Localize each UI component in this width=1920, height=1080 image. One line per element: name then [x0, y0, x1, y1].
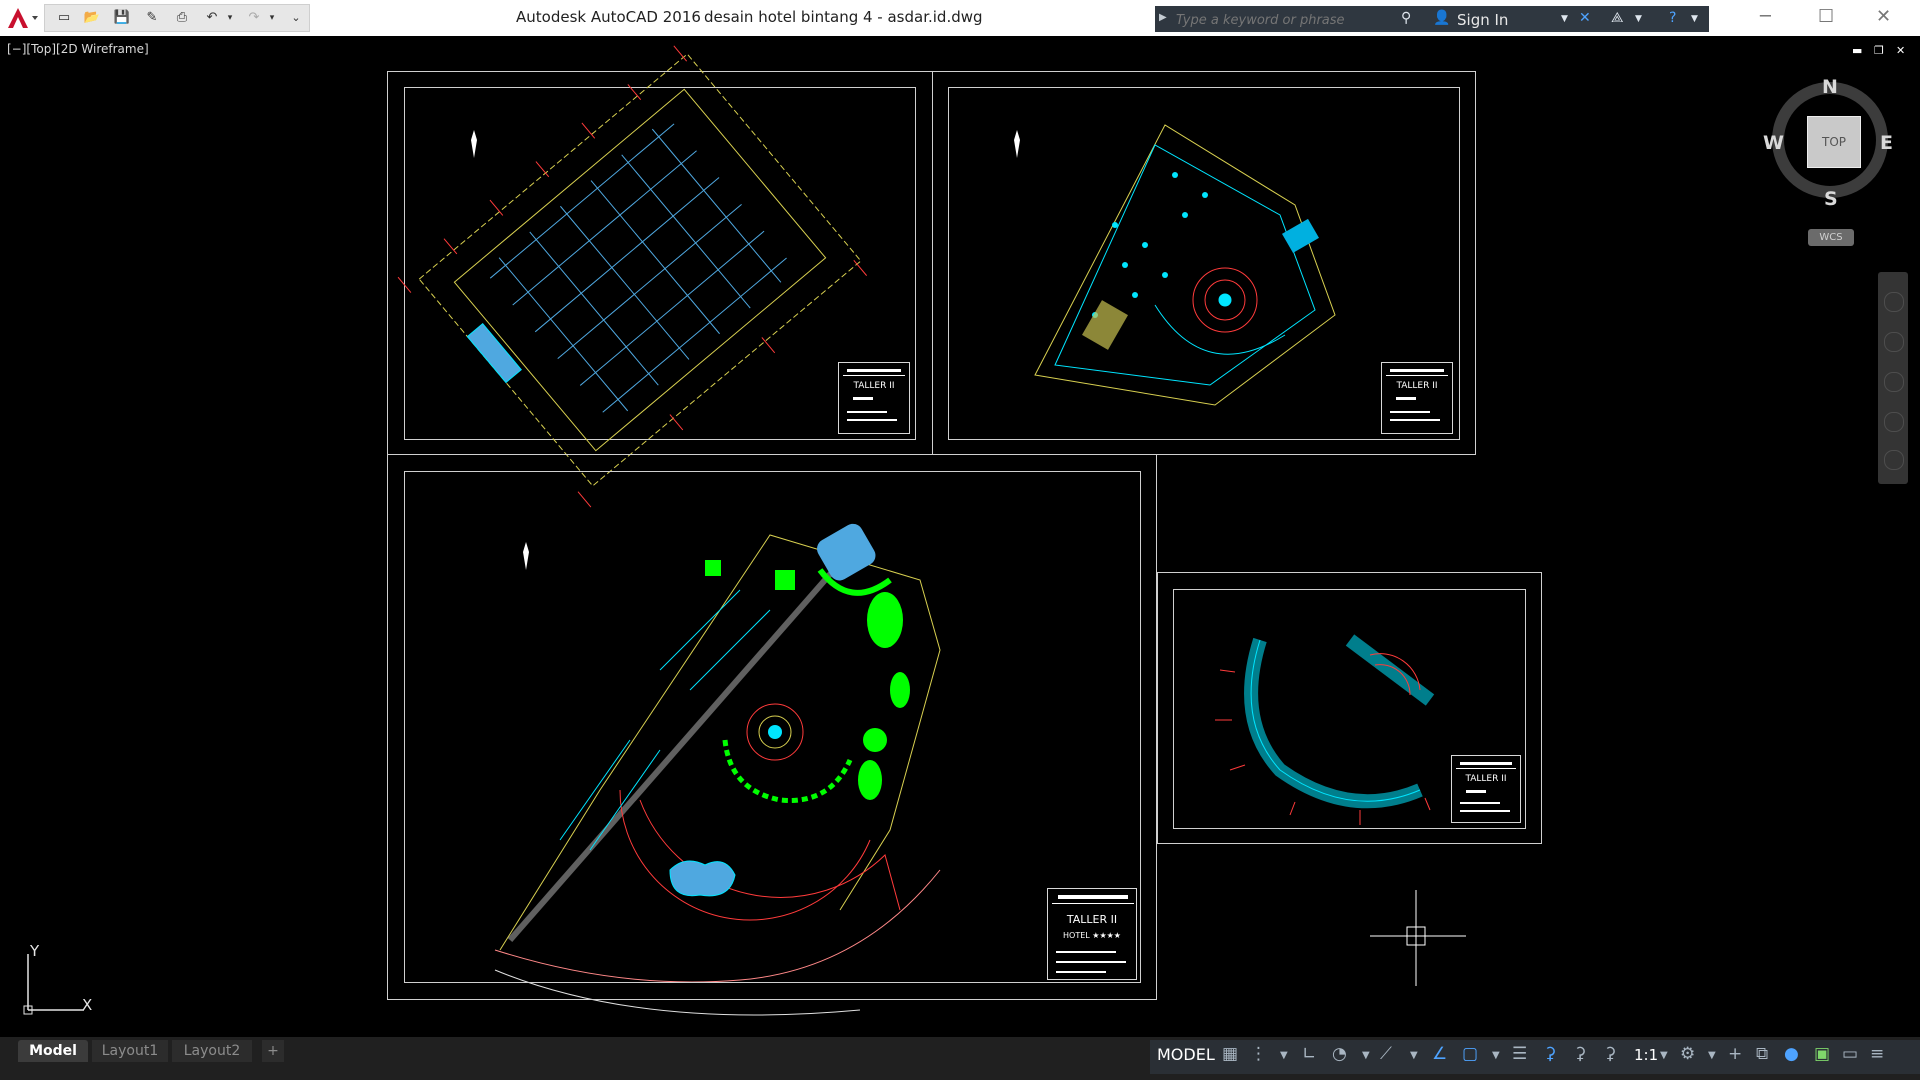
orbit-icon[interactable]	[1884, 412, 1904, 432]
workspace-gear-icon[interactable]: ⚙	[1680, 1044, 1695, 1064]
title-bar: ▭ 📂 💾 ✎ ⎙ ↶ ▾ ↷ ▾ ⌄ Autodesk AutoCAD 201…	[0, 0, 1920, 36]
polar-tracking-icon[interactable]: ◔	[1332, 1044, 1347, 1064]
status-bar	[0, 1037, 1920, 1080]
app-title: Autodesk AutoCAD 2016	[516, 8, 701, 26]
application-menu-button[interactable]	[2, 4, 44, 32]
minimize-icon[interactable]: ─	[1760, 6, 1771, 27]
annotation-visibility-icon[interactable]: ⚳	[1544, 1044, 1556, 1064]
annotation-scale-value[interactable]: 1:1	[1634, 1046, 1658, 1064]
ucs-menu-button[interactable]: WCS	[1808, 229, 1854, 246]
model-space-button[interactable]: MODEL	[1157, 1045, 1215, 1064]
navigation-bar	[1878, 272, 1908, 484]
scale-dropdown-icon[interactable]: ▼	[1660, 1050, 1668, 1061]
infocenter-bar: ⚲ 👤 Sign In ▼ ✕ ⟁ ▼ ? ▼	[1397, 6, 1709, 32]
new-icon[interactable]: ▭	[55, 10, 73, 26]
a360-icon[interactable]: ⟁	[1611, 10, 1624, 26]
viewport-restore-icon[interactable]: ❐	[1874, 44, 1884, 57]
viewcube-top-face[interactable]: TOP	[1807, 116, 1861, 168]
undo-icon[interactable]: ↶	[203, 10, 221, 26]
open-icon[interactable]: 📂	[83, 10, 101, 26]
ortho-icon[interactable]: ∟	[1302, 1044, 1316, 1064]
exchange-apps-icon[interactable]: ✕	[1579, 10, 1591, 26]
title-block-2: TALLER II	[1381, 362, 1453, 434]
plot-icon[interactable]: ⎙	[173, 10, 191, 26]
sign-in-button[interactable]: Sign In	[1457, 11, 1508, 29]
viewport-close-icon[interactable]: ✕	[1896, 44, 1905, 57]
new-layout-tab[interactable]: +	[262, 1041, 284, 1062]
hardware-acceleration-icon[interactable]: ▣	[1814, 1044, 1830, 1064]
compass-north[interactable]: N	[1822, 76, 1838, 98]
title-block-4: TALLER II	[1451, 755, 1521, 823]
osnap-dropdown-icon[interactable]: ▼	[1492, 1050, 1500, 1061]
annotation-scale-icon[interactable]: ⚳	[1604, 1044, 1616, 1064]
a360-dropdown-icon[interactable]: ▼	[1635, 14, 1642, 24]
snap-dropdown-icon[interactable]: ▼	[1280, 1050, 1288, 1061]
title-block-text: TALLER II	[1396, 381, 1438, 391]
grid-icon[interactable]: ▦	[1222, 1044, 1238, 1064]
title-block-text: TALLER II	[1465, 774, 1507, 784]
isolate-objects-icon[interactable]: ●	[1784, 1044, 1799, 1064]
title-block-text: TALLER II	[853, 381, 895, 391]
drawing-frame-3	[404, 471, 1141, 983]
showmotion-icon[interactable]	[1884, 450, 1904, 470]
tab-layout2[interactable]: Layout2	[172, 1041, 252, 1062]
maximize-icon[interactable]: ☐	[1818, 6, 1834, 27]
quick-access-toolbar: ▭ 📂 💾 ✎ ⎙ ↶ ▾ ↷ ▾ ⌄	[44, 4, 310, 32]
object-snap-tracking-icon[interactable]: ∠	[1432, 1044, 1447, 1064]
help-icon[interactable]: ?	[1669, 10, 1676, 26]
help-dropdown-icon[interactable]: ▼	[1691, 14, 1698, 24]
tab-model[interactable]: Model	[18, 1041, 88, 1062]
object-snap-icon[interactable]: ▢	[1462, 1044, 1478, 1064]
units-icon[interactable]: ⧉	[1756, 1044, 1768, 1064]
title-block-text: TALLER II	[1066, 913, 1118, 926]
clean-screen-icon[interactable]: ▭	[1842, 1044, 1858, 1064]
redo-dropdown-icon[interactable]: ▾	[263, 10, 281, 26]
crosshair-cursor	[1370, 890, 1466, 986]
user-icon: 👤	[1433, 10, 1451, 26]
isodraft-icon[interactable]: ⟋	[1380, 1044, 1392, 1064]
title-block-1: TALLER II	[838, 362, 910, 434]
save-icon[interactable]: 💾	[113, 10, 131, 26]
save-as-icon[interactable]: ✎	[143, 10, 161, 26]
isodraft-dropdown-icon[interactable]: ▼	[1410, 1050, 1418, 1061]
viewport-controls-label[interactable]: [−][Top][2D Wireframe]	[7, 42, 149, 56]
annotation-monitor-icon[interactable]: +	[1728, 1044, 1742, 1064]
lineweight-icon[interactable]: ☰	[1512, 1044, 1527, 1064]
polar-dropdown-icon[interactable]: ▼	[1362, 1050, 1370, 1061]
pan-icon[interactable]	[1884, 332, 1904, 352]
search-expand-icon[interactable]: ▶	[1159, 12, 1167, 23]
customization-menu-icon[interactable]: ≡	[1870, 1044, 1884, 1064]
tab-layout1[interactable]: Layout1	[92, 1041, 168, 1062]
search-input[interactable]	[1174, 9, 1390, 31]
customize-qat-icon[interactable]: ⌄	[287, 10, 305, 26]
snap-mode-icon[interactable]: ⋮	[1250, 1044, 1267, 1064]
workspace-dropdown-icon[interactable]: ▼	[1708, 1050, 1716, 1061]
redo-icon[interactable]: ↷	[245, 10, 263, 26]
viewport-minimize-icon[interactable]: ▬	[1852, 44, 1862, 57]
close-icon[interactable]: ✕	[1876, 6, 1891, 27]
title-block-subtitle: HOTEL ★★★★	[1063, 931, 1121, 940]
zoom-extents-icon[interactable]	[1884, 372, 1904, 392]
compass-west[interactable]: W	[1763, 132, 1784, 154]
compass-south[interactable]: S	[1824, 188, 1838, 210]
steering-wheel-icon[interactable]	[1884, 292, 1904, 312]
sign-in-dropdown-icon[interactable]: ▼	[1561, 14, 1568, 24]
binoculars-icon[interactable]: ⚲	[1401, 10, 1411, 26]
document-title: desain hotel bintang 4 - asdar.id.dwg	[704, 8, 983, 26]
title-block-3: TALLER II HOTEL ★★★★	[1047, 888, 1137, 980]
auto-scale-icon[interactable]: ⚳	[1574, 1044, 1586, 1064]
ucs-x-label: X	[82, 996, 93, 1014]
compass-east[interactable]: E	[1880, 132, 1893, 154]
autocad-logo-icon	[8, 8, 38, 28]
search-box: ▶	[1155, 6, 1397, 32]
undo-dropdown-icon[interactable]: ▾	[221, 10, 239, 26]
ucs-y-label: Y	[30, 942, 40, 960]
